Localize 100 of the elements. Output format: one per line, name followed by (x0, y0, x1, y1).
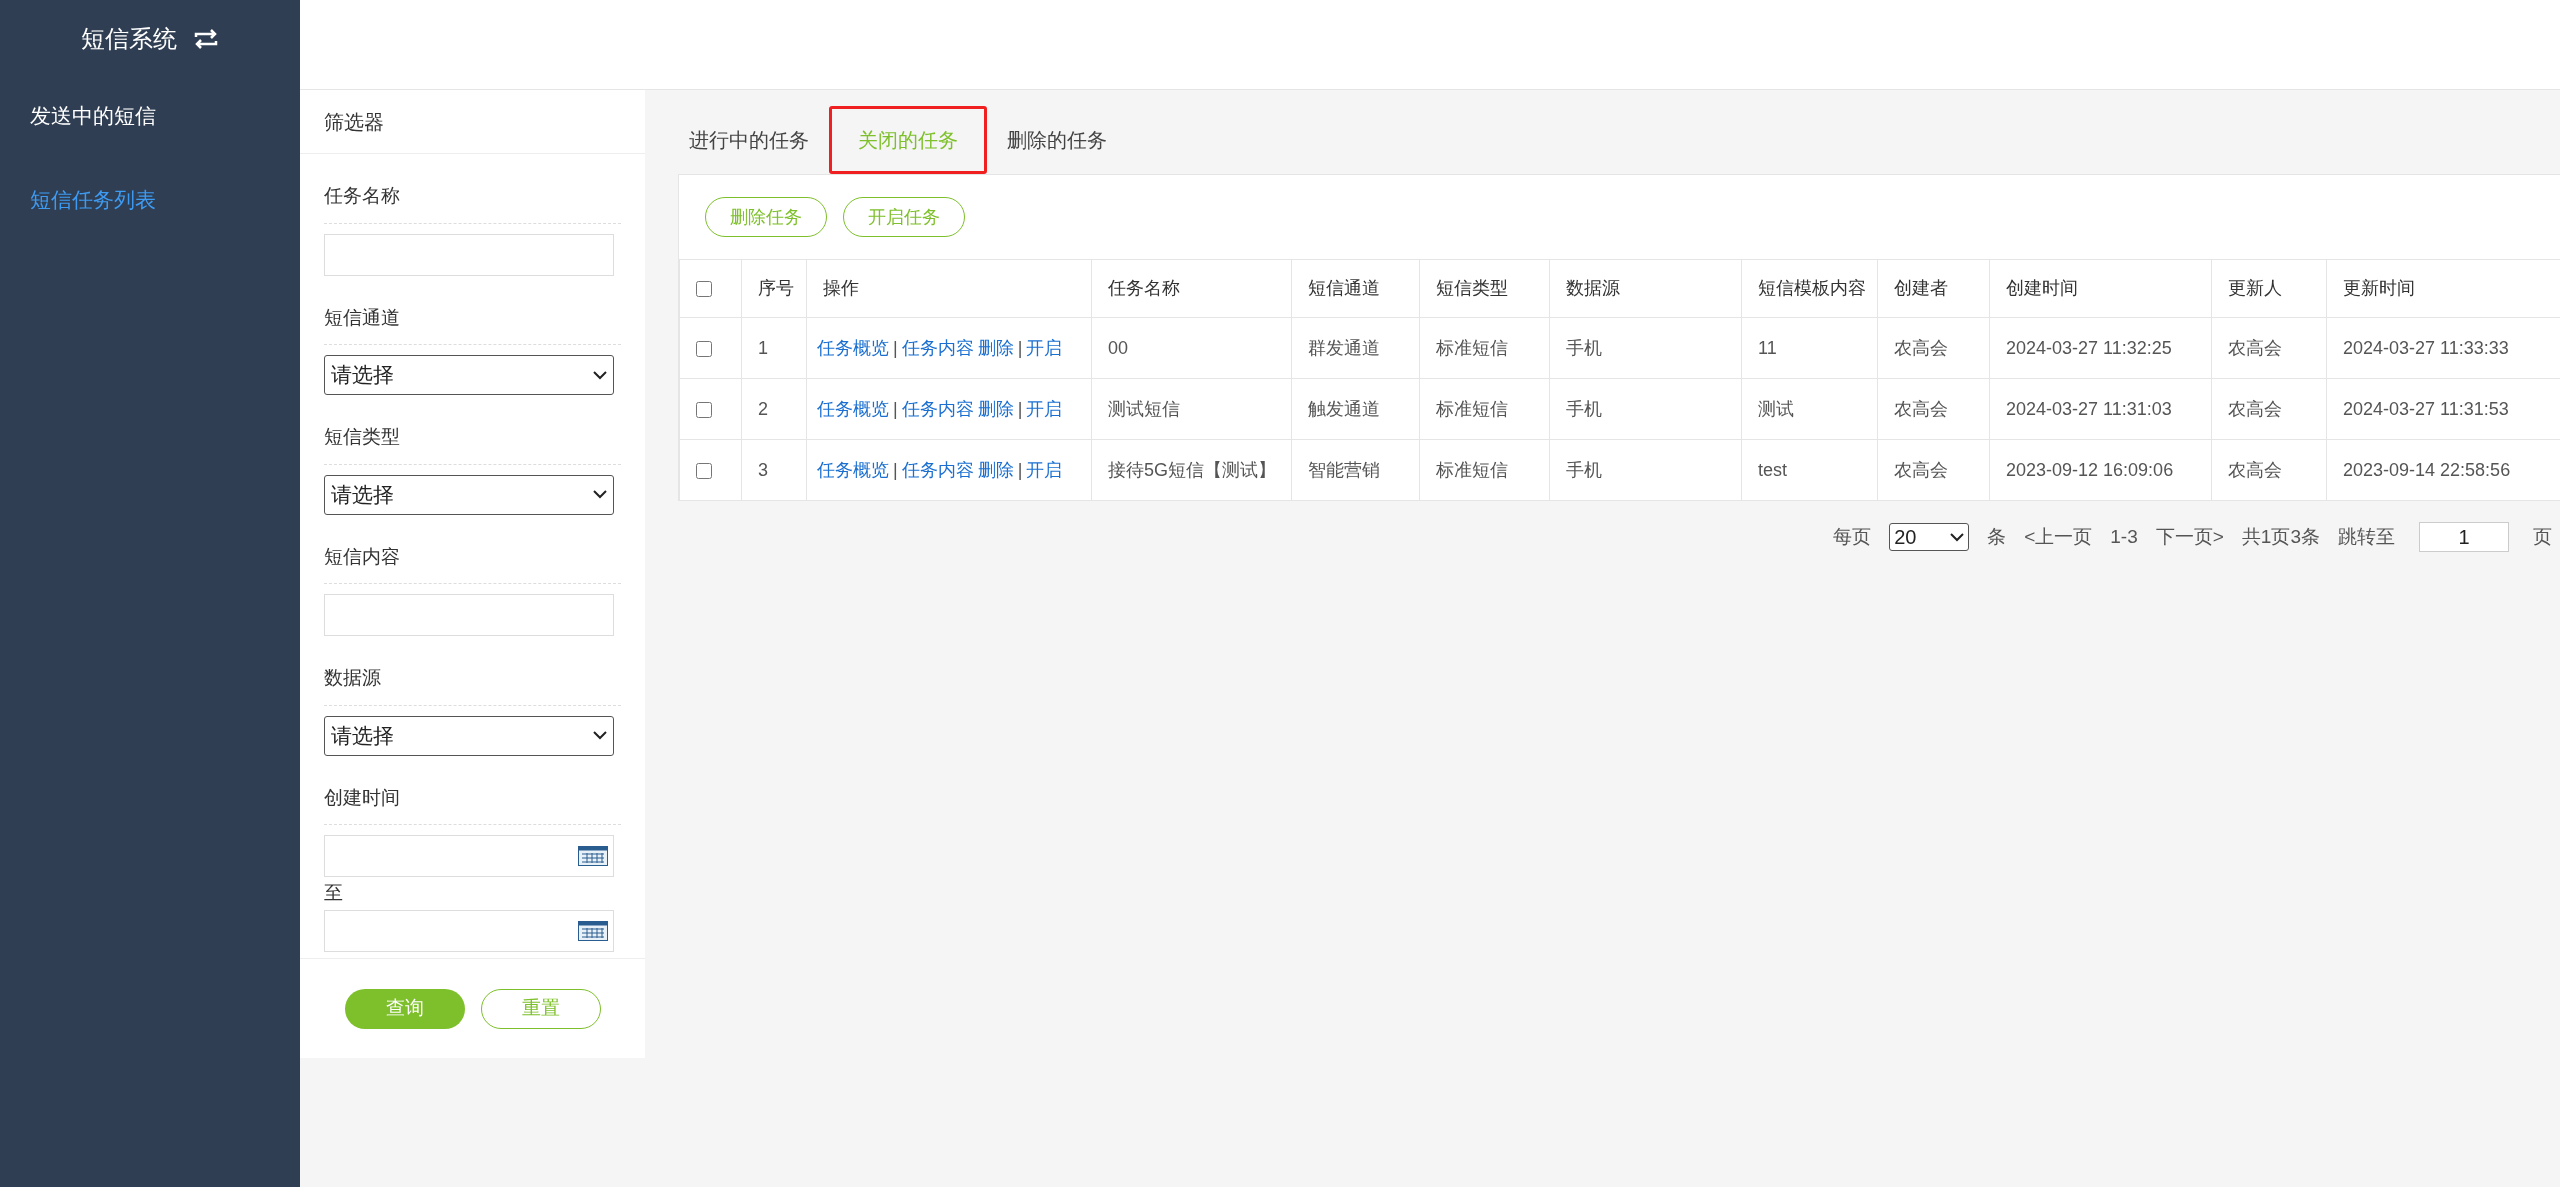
table-cell: 农高会 (2228, 337, 2282, 358)
column-header: 数据源 (1549, 259, 1742, 318)
table-cell: 2024-03-27 11:33:33 (2343, 337, 2509, 358)
action-link[interactable]: 任务概览 (817, 459, 889, 480)
separator-text: | (893, 337, 898, 358)
action-link[interactable]: 任务概览 (817, 398, 889, 419)
separator-text: | (1017, 459, 1023, 480)
field-label: 数据源 (324, 664, 621, 706)
field-label: 短信通道 (324, 303, 621, 345)
table-cell: 2023-09-12 16:09:06 (2006, 459, 2174, 480)
action-link[interactable]: 删除 (977, 398, 1014, 419)
table-cell: 手机 (1566, 459, 1602, 480)
page-range: 1-3 (2110, 524, 2138, 549)
table-cell: 农高会 (1894, 459, 1948, 480)
action-link[interactable]: 开启 (1026, 459, 1063, 480)
date-field[interactable] (324, 835, 614, 877)
table-cell: 00 (1108, 337, 1129, 358)
chevron-down-icon (593, 370, 607, 380)
column-header: 创建时间 (1989, 259, 2212, 318)
column-header: 短信类型 (1419, 259, 1550, 318)
column-header: 操作 (806, 259, 1092, 318)
table-cell: 手机 (1566, 398, 1602, 419)
column-header: 短信模板内容 (1741, 259, 1878, 318)
table-cell: 农高会 (1894, 398, 1948, 419)
select-field[interactable]: 请选择 (324, 355, 614, 395)
field-label: 任务名称 (324, 182, 621, 224)
table-cell: 测试短信 (1108, 398, 1180, 419)
sidebar-item[interactable]: 发送中的短信 (30, 100, 270, 132)
page-size-select[interactable]: 20 (1889, 523, 1970, 551)
checkbox[interactable] (696, 462, 712, 479)
swap-icon[interactable] (193, 29, 219, 49)
column-header: 创建者 (1877, 259, 1990, 318)
table-cell: 2024-03-27 11:32:25 (2006, 337, 2172, 358)
date-field[interactable] (324, 909, 614, 952)
pagination-label: 条 (1987, 524, 2007, 549)
table-cell: 2 (758, 398, 768, 419)
pagination-label: 每页 (1833, 524, 1872, 549)
table-cell: 手机 (1566, 337, 1602, 358)
table-cell: 11 (1758, 337, 1777, 358)
separator-text: | (1017, 398, 1023, 419)
text-field[interactable] (324, 594, 614, 636)
select-field[interactable]: 请选择 (324, 715, 614, 756)
table-cell: 农高会 (2228, 398, 2282, 419)
table-cell: 2023-09-14 22:58:56 (2343, 459, 2511, 480)
calendar-icon[interactable] (578, 846, 608, 866)
chevron-down-icon (593, 731, 607, 740)
page-total: 共1页3条 (2241, 524, 2320, 549)
range-separator: 至 (324, 881, 344, 905)
table-cell: 农高会 (2228, 459, 2282, 480)
calendar-icon[interactable] (578, 920, 608, 941)
separator-text: | (893, 459, 898, 480)
separator-text: | (893, 398, 898, 419)
table-cell: 农高会 (1894, 337, 1948, 358)
table-cell: 标准短信 (1436, 398, 1508, 419)
table-cell: 3 (758, 459, 768, 480)
table-cell: 接待5G短信【测试】 (1108, 459, 1276, 480)
field-label: 短信内容 (324, 542, 621, 584)
page-input[interactable]: 1 (2419, 522, 2509, 552)
pagination-label: 跳转至 (2338, 524, 2395, 549)
sidebar-item[interactable]: 短信任务列表 (30, 183, 270, 215)
table-cell: 标准短信 (1436, 337, 1508, 358)
field-label: 短信类型 (324, 423, 621, 465)
table-cell: 标准短信 (1436, 459, 1508, 480)
text-field[interactable] (324, 233, 614, 276)
column-header: 短信通道 (1291, 259, 1420, 318)
separator-text: | (1017, 337, 1023, 358)
column-header: 更新人 (2211, 259, 2327, 318)
table-cell: 触发通道 (1308, 398, 1380, 419)
select-field[interactable]: 请选择 (324, 474, 614, 515)
action-link[interactable]: 删除 (977, 337, 1014, 358)
checkbox[interactable] (696, 281, 712, 298)
table-cell: 1 (758, 337, 768, 358)
column-header: 更新时间 (2326, 259, 2560, 318)
table-cell: 2024-03-27 11:31:03 (2006, 398, 2172, 419)
column-header: 任务名称 (1091, 259, 1292, 318)
prev-page-link[interactable]: <上一页 (2024, 522, 2093, 552)
table-cell: 智能营销 (1308, 459, 1380, 480)
checkbox[interactable] (696, 340, 712, 357)
checkbox[interactable] (696, 401, 712, 418)
app-title: 短信系统 (81, 24, 177, 54)
action-link[interactable]: 任务内容 (901, 398, 974, 419)
table-cell: 群发通道 (1308, 337, 1380, 358)
table-cell: 测试 (1758, 398, 1794, 419)
action-link[interactable]: 任务内容 (901, 337, 974, 358)
filter-title: 筛选器 (300, 90, 645, 154)
next-page-link[interactable]: 下一页> (2155, 522, 2224, 552)
table-cell: test (1758, 459, 1787, 480)
tab[interactable]: 进行中的任务 (678, 106, 829, 174)
action-link[interactable]: 开启 (1026, 337, 1063, 358)
field-label: 创建时间 (324, 783, 621, 825)
action-link[interactable]: 删除 (977, 459, 1014, 480)
action-link[interactable]: 开启 (1026, 398, 1063, 419)
column-header: 序号 (741, 259, 807, 318)
table-cell: 2024-03-27 11:31:53 (2343, 398, 2509, 419)
chevron-down-icon (593, 490, 607, 499)
pagination-label: 页 (2533, 524, 2552, 549)
action-link[interactable]: 任务内容 (901, 459, 974, 480)
chevron-down-icon (1950, 532, 1965, 542)
action-link[interactable]: 任务概览 (817, 337, 889, 358)
tab[interactable]: 删除的任务 (987, 106, 1127, 174)
